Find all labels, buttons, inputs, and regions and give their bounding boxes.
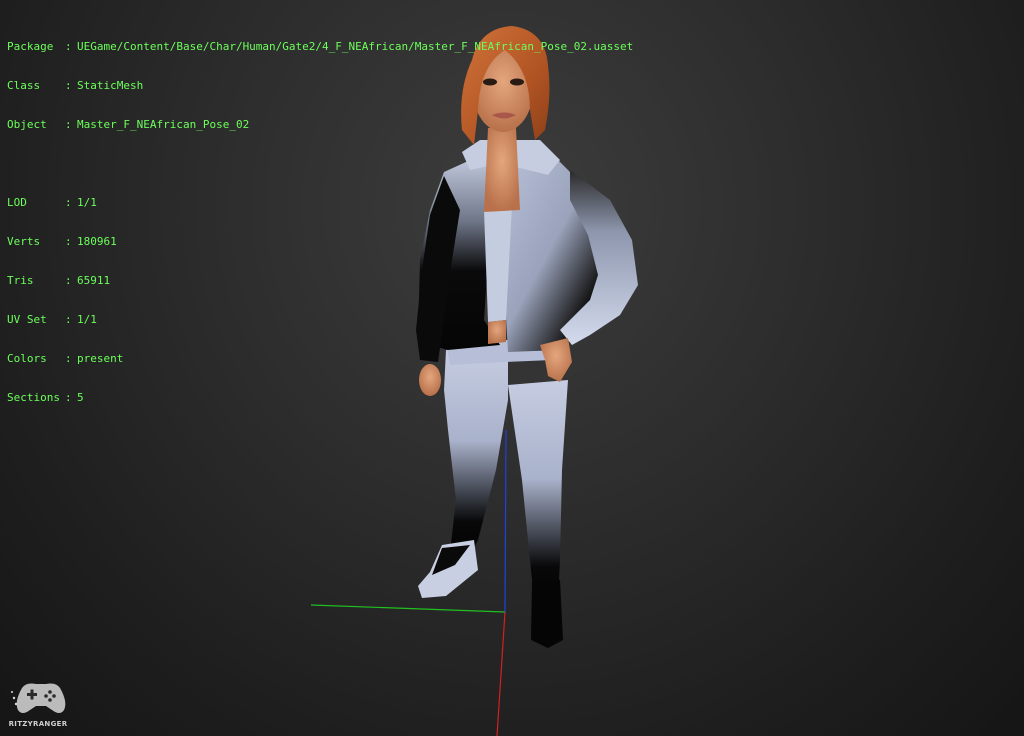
- x-axis-line: [496, 611, 506, 736]
- info-value-class: StaticMesh: [77, 79, 144, 92]
- info-key: Colors: [7, 352, 47, 365]
- info-key: Object: [7, 118, 47, 131]
- watermark-text: RITZYRANGER: [8, 720, 68, 728]
- info-value-tris: 65911: [77, 274, 111, 287]
- info-separator: :: [65, 79, 72, 92]
- y-axis-line: [310, 604, 506, 613]
- info-row-class: Class: StaticMesh: [7, 79, 633, 92]
- info-key: UV Set: [7, 313, 47, 326]
- info-key: LOD: [7, 196, 27, 209]
- info-separator: :: [65, 391, 72, 404]
- info-separator: :: [65, 352, 72, 365]
- info-value-uvset: 1/1: [77, 313, 97, 326]
- info-row-tris: Tris:65911: [7, 274, 633, 287]
- info-key: Verts: [7, 235, 41, 248]
- info-key: Package: [7, 40, 54, 53]
- info-separator: :: [65, 235, 72, 248]
- info-separator: :: [65, 313, 72, 326]
- info-separator: :: [65, 40, 72, 53]
- info-row-colors: Colors: present: [7, 352, 633, 365]
- info-separator: :: [65, 196, 72, 209]
- info-value-verts: 180961: [77, 235, 117, 248]
- info-value-object: Master_F_NEAfrican_Pose_02: [77, 118, 250, 131]
- info-value-sections: 5: [77, 391, 84, 404]
- mesh-info-overlay: Package: UEGame/Content/Base/Char/Human/G…: [7, 14, 633, 430]
- info-row-object: Object: Master_F_NEAfrican_Pose_02: [7, 118, 633, 131]
- info-row-sections: Sections:5: [7, 391, 633, 404]
- watermark: RITZYRANGER: [6, 676, 70, 732]
- info-row-uvset: UV Set:1/1: [7, 313, 633, 326]
- info-separator: :: [65, 118, 72, 131]
- info-key: Sections: [7, 391, 60, 404]
- info-key: Class: [7, 79, 41, 92]
- info-row-package: Package: UEGame/Content/Base/Char/Human/G…: [7, 40, 633, 53]
- info-value-lod: 1/1: [77, 196, 97, 209]
- 3d-viewport[interactable]: Package: UEGame/Content/Base/Char/Human/G…: [0, 0, 1024, 736]
- info-key: Tris: [7, 274, 34, 287]
- info-separator: :: [65, 274, 72, 287]
- z-axis-line: [504, 429, 507, 613]
- right-boot: [531, 580, 563, 648]
- info-row-lod: LOD:1/1: [7, 196, 633, 209]
- info-row-verts: Verts:180961: [7, 235, 633, 248]
- info-value-colors: present: [77, 352, 124, 365]
- info-value-package: UEGame/Content/Base/Char/Human/Gate2/4_F…: [77, 40, 634, 53]
